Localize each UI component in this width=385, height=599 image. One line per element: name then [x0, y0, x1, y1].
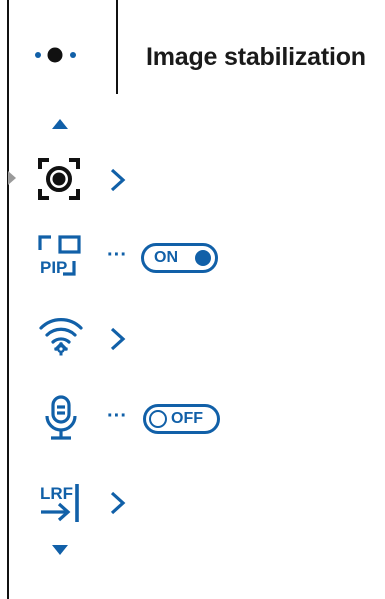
chevron-right-icon[interactable]: [110, 327, 126, 351]
header-divider: [116, 0, 118, 94]
lrf-icon: LRF: [40, 484, 79, 522]
image-stabilization-icon: [38, 158, 80, 200]
chevron-right-icon[interactable]: [110, 491, 126, 515]
frame-left-border: [7, 0, 9, 599]
toggle-knob: [149, 410, 167, 428]
lrf-icon-label: LRF: [40, 484, 73, 503]
ellipsis-icon: ···: [107, 405, 127, 427]
triangle-down-icon[interactable]: [52, 545, 68, 555]
pip-icon-label: PIP: [40, 258, 67, 276]
wifi-settings-icon: [39, 318, 83, 356]
microphone-toggle[interactable]: OFF: [143, 404, 220, 434]
pip-icon: PIP: [38, 235, 81, 276]
chevron-right-icon[interactable]: [110, 168, 126, 192]
microphone-icon: [45, 395, 77, 440]
page-title: Image stabilization: [146, 43, 366, 71]
selection-marker-icon: [8, 171, 16, 185]
toggle-knob: [195, 250, 211, 266]
page-dots-icon: [35, 47, 76, 63]
toggle-label: ON: [154, 249, 178, 266]
triangle-up-icon[interactable]: [52, 119, 68, 129]
toggle-label: OFF: [171, 410, 203, 427]
ellipsis-icon: ···: [107, 244, 127, 266]
pip-toggle[interactable]: ON: [141, 243, 218, 273]
